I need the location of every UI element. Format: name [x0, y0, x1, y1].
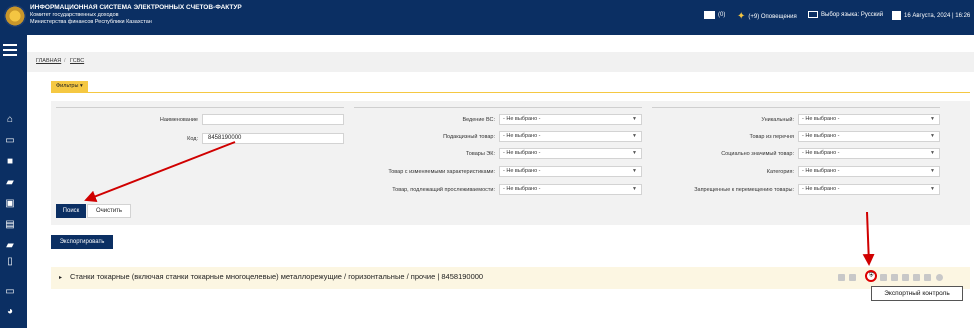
arrow-to-export-control — [862, 211, 875, 266]
arrow-to-search — [84, 141, 236, 202]
annotation-arrows — [84, 141, 875, 266]
